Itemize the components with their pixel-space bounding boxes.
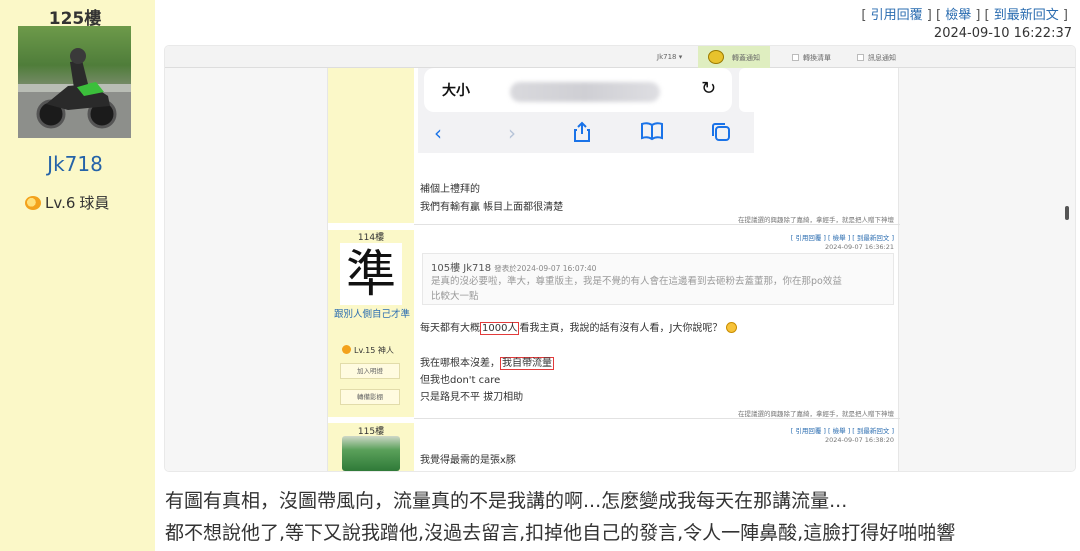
add-friend-button: 加入明燈 [340,363,400,379]
level-sun-icon [25,195,41,210]
reply-line: 只是路見不平 拔刀相助 [420,392,524,403]
user-column-bg [328,68,414,223]
reply-line: 補個上禮拜的 [420,184,480,195]
post-actions: [ 引用回覆 ] [ 檢舉 ] [ 到最新回文 ] [790,234,894,242]
quote-text: 比較大一點 [431,291,479,302]
divider [414,224,900,225]
highlight-box: 我自帶流量 [500,357,554,370]
reload-icon: ↻ [701,78,717,99]
bookmarks-icon [640,121,664,146]
screenshot-left-gutter [165,68,327,471]
bell-icon [708,50,724,64]
share-icon [572,121,592,148]
post-timestamp: 2024-09-10 16:22:37 [933,26,1072,41]
user-level: Lv.15 神人 [342,345,394,356]
signature: 在提議選的興趣除了嘉綺，拿經手，就是把人贈下神壇 [738,410,894,418]
reply-line: 我們有輸有贏 帳目上面都很清楚 [420,202,564,213]
latest-reply-link[interactable]: 到最新回文 [994,8,1059,23]
report-link[interactable]: 檢舉 [945,8,971,23]
username: 跟別人側自己才準 [333,309,410,320]
user-info-column: 125樓 Jk718 Lv.6 球員 [0,0,155,551]
forum-post: 125樓 Jk718 Lv.6 球員 [ 引用回覆 ] [ 檢舉 ] [ 到最新… [0,0,1080,551]
avatar: 準 [340,243,402,305]
tabs-icon [710,121,732,148]
floor-number: 114樓 [357,233,385,243]
topbar-user: Jk718 ▾ [657,53,683,61]
quote-header: 105樓 Jk718 發表於2024-09-07 16:07:40 [431,263,597,274]
next-tab-peek [739,68,754,112]
reply-line: 每天都有大概 1000人 看我主頁，我說的話有沒有人看，J大你說呢？ [420,319,737,335]
avatar [342,436,400,471]
avatar[interactable] [18,26,131,138]
forward-icon: › [508,121,516,145]
topbar-notice-label: 轉蓋通知 [732,54,760,62]
blurred-url [510,82,660,102]
back-icon: ‹ [434,121,442,145]
list-icon [792,54,799,61]
quote-text: 是真的沒必要啦，準大，尊重版主，我是不覺的有人會在這邊看到去砸粉去蓋董那，你在那… [431,276,842,287]
reply-line: 我覺得最需的是張x豚 [420,455,516,466]
post-body-line: 都不想說他了,等下又說我蹭他,沒過去留言,扣掉他自己的發言,令人一陣鼻酸,這臉打… [165,522,956,544]
screenshot-scrollbar-thumb [1065,206,1069,220]
user-level: Lv.6 球員 [25,192,109,213]
topbar-notice: 轉蓋通知 [698,46,770,68]
embedded-screenshot[interactable]: Jk718 ▾ 轉蓋通知 轉換清單 訊息通知 大小 ↻ ‹ › 補個上禮拜的 我… [165,46,1075,471]
post-actions: [ 引用回覆 ] [ 檢舉 ] [ 到最新回文 ] [861,8,1068,23]
screenshot-right-gutter [899,68,1075,471]
smile-emoji-icon [725,322,737,333]
divider [414,418,900,419]
safari-toolbar-image: 大小 ↻ ‹ › [418,68,754,153]
text-size-button: 大小 [442,83,470,99]
post-body-line: 有圖有真相，沒圖帶風向，流量真的不是我講的啊...怎麼變成我每天在那講流量... [165,490,848,512]
topbar-draft: 轉換清單 [792,53,831,63]
username[interactable]: Jk718 [0,152,150,176]
level-sun-icon [342,345,351,354]
reply-line: 但我也don't care [420,375,501,386]
highlight-box: 1000人 [480,322,520,335]
rank-title: 球員 [79,194,110,212]
level-value: Lv.6 [45,193,76,212]
quote-reply-link[interactable]: 引用回覆 [871,8,923,23]
signature: 在提議選的興趣除了嘉綺，拿經手，就是把人贈下神壇 [738,216,894,224]
mail-icon [857,54,864,61]
quoted-post: 105樓 Jk718 發表於2024-09-07 16:07:40 是真的沒必要… [422,253,894,305]
post-timestamp: 2024-09-07 16:36:21 [824,243,894,251]
post-timestamp: 2024-09-07 16:38:20 [824,436,894,444]
album-button: 轉備影棚 [340,389,400,405]
reply-line: 我在哪根本沒差， 我自帶流量 [420,357,554,370]
topbar-messages: 訊息通知 [857,53,896,63]
screenshot-forum-thread: 大小 ↻ ‹ › 補個上禮拜的 我們有輸有贏 帳目上面都很清楚 在提議選的興趣除… [327,68,900,471]
screenshot-topbar: Jk718 ▾ 轉蓋通知 轉換清單 訊息通知 [165,46,1075,68]
post-actions: [ 引用回覆 ] [ 檢舉 ] [ 到最新回文 ] [790,427,894,435]
motorcycle-photo [18,48,131,138]
